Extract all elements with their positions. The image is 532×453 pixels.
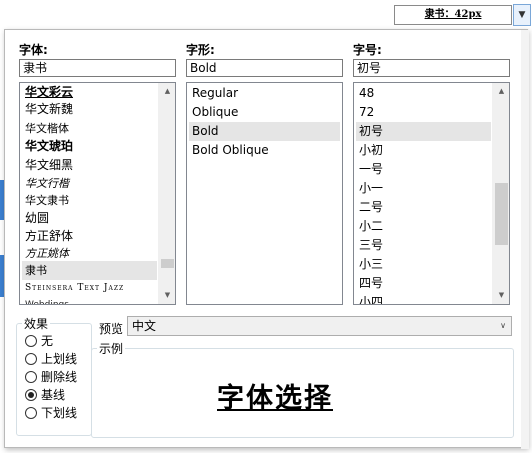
font-style-input[interactable]: Bold bbox=[186, 59, 343, 77]
effect-overline-radio[interactable]: 上划线 bbox=[25, 350, 77, 368]
list-item[interactable]: 幼圆 bbox=[22, 209, 157, 228]
scroll-up-icon[interactable]: ▲ bbox=[159, 83, 175, 100]
radio-label: 基线 bbox=[41, 388, 66, 402]
radio-icon bbox=[25, 407, 37, 419]
list-item[interactable]: 48 bbox=[356, 84, 491, 103]
effect-baseline-radio[interactable]: 基线 bbox=[25, 386, 77, 404]
font-list-scrollbar[interactable]: ▲ ▼ bbox=[158, 83, 175, 304]
radio-label: 删除线 bbox=[41, 370, 78, 384]
scroll-down-icon[interactable]: ▼ bbox=[159, 287, 175, 304]
list-item[interactable]: 一号 bbox=[356, 160, 491, 179]
list-item-selected[interactable]: Bold bbox=[189, 122, 340, 141]
dialog-edge bbox=[521, 30, 529, 449]
scroll-down-icon[interactable]: ▼ bbox=[493, 287, 509, 304]
font-style-list[interactable]: Regular Oblique Bold Bold Oblique bbox=[186, 82, 343, 305]
radio-icon-checked bbox=[25, 389, 37, 401]
font-list[interactable]: 华文彩云 华文新魏 华文楷体 华文琥珀 华文细黑 华文行楷 华文隶书 幼圆 方正… bbox=[19, 82, 176, 305]
list-item[interactable]: 华文新魏 bbox=[22, 100, 157, 119]
effect-none-radio[interactable]: 无 bbox=[25, 332, 77, 350]
list-item[interactable]: Bold Oblique bbox=[189, 141, 340, 160]
chevron-down-icon: ∨ bbox=[500, 321, 506, 330]
preview-language-select[interactable]: 中文 ∨ bbox=[127, 316, 512, 336]
size-label: 字号: bbox=[353, 43, 382, 57]
list-item[interactable]: Webdings bbox=[22, 296, 157, 304]
list-item[interactable]: 小一 bbox=[356, 179, 491, 198]
style-label: 字形: bbox=[186, 43, 215, 57]
radio-icon bbox=[25, 371, 37, 383]
radio-label: 无 bbox=[41, 334, 54, 348]
effects-title: 效果 bbox=[22, 315, 51, 332]
radio-label: 下划线 bbox=[41, 406, 78, 420]
chevron-down-icon[interactable]: ▼ bbox=[513, 4, 531, 26]
radio-icon bbox=[25, 335, 37, 347]
font-dialog: 字体: 字形: 字号: 隶书 Bold 初号 华文彩云 华文新魏 华文楷体 华文… bbox=[4, 29, 529, 449]
list-item[interactable]: 华文细黑 bbox=[22, 156, 157, 175]
select-value: 中文 bbox=[132, 319, 157, 333]
radio-icon bbox=[25, 353, 37, 365]
list-item[interactable]: Oblique bbox=[189, 103, 340, 122]
scroll-up-icon[interactable]: ▲ bbox=[493, 83, 509, 100]
list-item[interactable]: 小初 bbox=[356, 141, 491, 160]
list-item[interactable]: 72 bbox=[356, 103, 491, 122]
font-size-list[interactable]: 48 72 初号 小初 一号 小一 二号 小二 三号 小三 四号 小四 ▲ ▼ bbox=[353, 82, 510, 305]
sample-title: 示例 bbox=[97, 340, 126, 357]
font-name-input[interactable]: 隶书 bbox=[19, 59, 176, 77]
scroll-thumb[interactable] bbox=[495, 183, 508, 245]
list-item[interactable]: 华文楷体 bbox=[22, 119, 157, 138]
font-size-input[interactable]: 初号 bbox=[353, 59, 510, 77]
list-item[interactable]: 小二 bbox=[356, 217, 491, 236]
list-item[interactable]: 三号 bbox=[356, 236, 491, 255]
size-list-scrollbar[interactable]: ▲ ▼ bbox=[492, 83, 509, 304]
effect-strikethrough-radio[interactable]: 删除线 bbox=[25, 368, 77, 386]
effect-underline-radio[interactable]: 下划线 bbox=[25, 404, 77, 422]
font-label: 字体: bbox=[19, 43, 48, 57]
scroll-thumb[interactable] bbox=[161, 259, 174, 268]
preview-label: 预览 bbox=[99, 322, 124, 336]
sample-preview-text: 字体选择 bbox=[217, 383, 333, 414]
list-item-selected[interactable]: 隶书 bbox=[22, 261, 157, 280]
list-item-selected[interactable]: 初号 bbox=[356, 122, 491, 141]
radio-label: 上划线 bbox=[41, 352, 78, 366]
list-item[interactable]: 小三 bbox=[356, 255, 491, 274]
effects-options: 无 上划线 删除线 基线 下划线 bbox=[25, 332, 77, 422]
font-preview-chip[interactable]: 隶书：42px bbox=[394, 5, 512, 25]
list-item[interactable]: 华文隶书 bbox=[22, 191, 157, 210]
list-item[interactable]: 小四 bbox=[356, 293, 491, 304]
list-item[interactable]: 二号 bbox=[356, 198, 491, 217]
list-item[interactable]: 华文琥珀 bbox=[22, 137, 157, 156]
list-item[interactable]: Regular bbox=[189, 84, 340, 103]
list-item[interactable]: 四号 bbox=[356, 274, 491, 293]
